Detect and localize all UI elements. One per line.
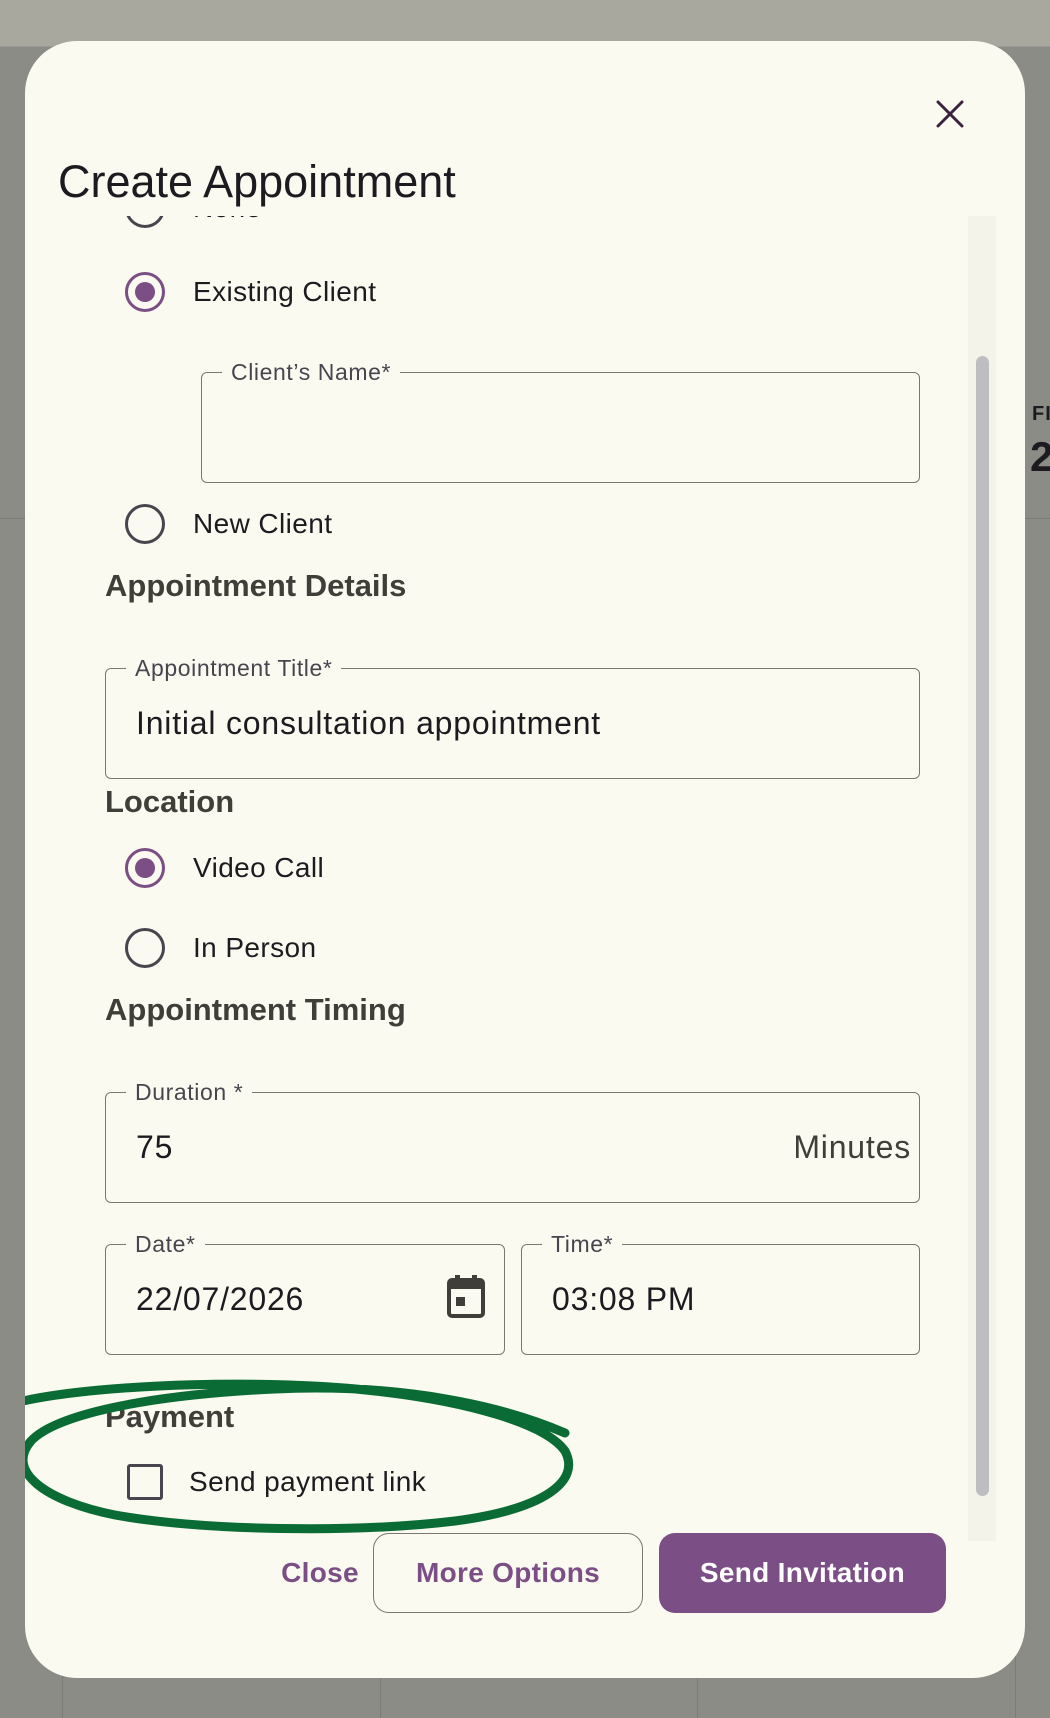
- radio-video-call[interactable]: Video Call: [125, 848, 324, 888]
- time-field[interactable]: Time* 03:08 PM: [521, 1230, 920, 1355]
- duration-input[interactable]: 75: [136, 1129, 173, 1166]
- radio-button[interactable]: [125, 272, 165, 312]
- section-heading-payment: Payment: [105, 1399, 235, 1434]
- section-heading-location: Location: [105, 784, 235, 819]
- radio-button[interactable]: [125, 848, 165, 888]
- create-appointment-dialog: Create Appointment None Existing Client …: [25, 41, 1025, 1678]
- field-label: Duration *: [126, 1078, 253, 1106]
- radio-label: None: [193, 216, 262, 224]
- more-options-button[interactable]: More Options: [373, 1533, 643, 1613]
- calendar-icon[interactable]: [446, 1275, 486, 1319]
- radio-new-client[interactable]: New Client: [125, 504, 332, 544]
- date-field[interactable]: Date* 22/07/2026: [105, 1230, 505, 1355]
- background-day-label: FI: [1032, 403, 1050, 425]
- scrollbar-thumb[interactable]: [976, 356, 989, 1496]
- radio-button[interactable]: [125, 216, 165, 228]
- checkbox-label: Send payment link: [189, 1466, 427, 1497]
- radio-label: New Client: [193, 508, 333, 539]
- time-input[interactable]: 03:08 PM: [552, 1281, 695, 1318]
- duration-unit: Minutes: [793, 1129, 911, 1165]
- field-label: Client’s Name*: [222, 358, 401, 386]
- close-icon[interactable]: [925, 89, 975, 139]
- radio-button[interactable]: [125, 928, 165, 968]
- checkbox[interactable]: [127, 1464, 163, 1500]
- radio-label: In Person: [193, 932, 317, 963]
- appointment-title-input[interactable]: Initial consultation appointment: [136, 705, 601, 742]
- radio-existing-client[interactable]: Existing Client: [125, 272, 376, 312]
- client-name-field[interactable]: Client’s Name*: [201, 358, 920, 483]
- field-label: Time*: [542, 1230, 623, 1258]
- radio-label: Existing Client: [193, 276, 377, 307]
- appointment-title-field[interactable]: Appointment Title* Initial consultation …: [105, 654, 920, 779]
- field-label: Date*: [126, 1230, 205, 1258]
- section-heading-details: Appointment Details: [105, 568, 407, 603]
- section-heading-timing: Appointment Timing: [105, 992, 406, 1027]
- duration-field[interactable]: Duration * 75 Minutes: [105, 1078, 920, 1203]
- radio-button[interactable]: [125, 504, 165, 544]
- send-payment-link-checkbox[interactable]: Send payment link: [127, 1464, 426, 1500]
- background-topbar: [0, 0, 1050, 47]
- radio-client-none[interactable]: None: [125, 216, 262, 228]
- date-input[interactable]: 22/07/2026: [136, 1281, 304, 1318]
- dialog-title: Create Appointment: [58, 156, 456, 207]
- form-scroll-area[interactable]: None Existing Client Client’s Name* New …: [25, 216, 965, 1536]
- send-invitation-button[interactable]: Send Invitation: [659, 1533, 946, 1613]
- radio-in-person[interactable]: In Person: [125, 928, 316, 968]
- background-day-number: 2: [1030, 433, 1050, 480]
- field-label: Appointment Title*: [126, 654, 342, 682]
- radio-label: Video Call: [193, 852, 325, 883]
